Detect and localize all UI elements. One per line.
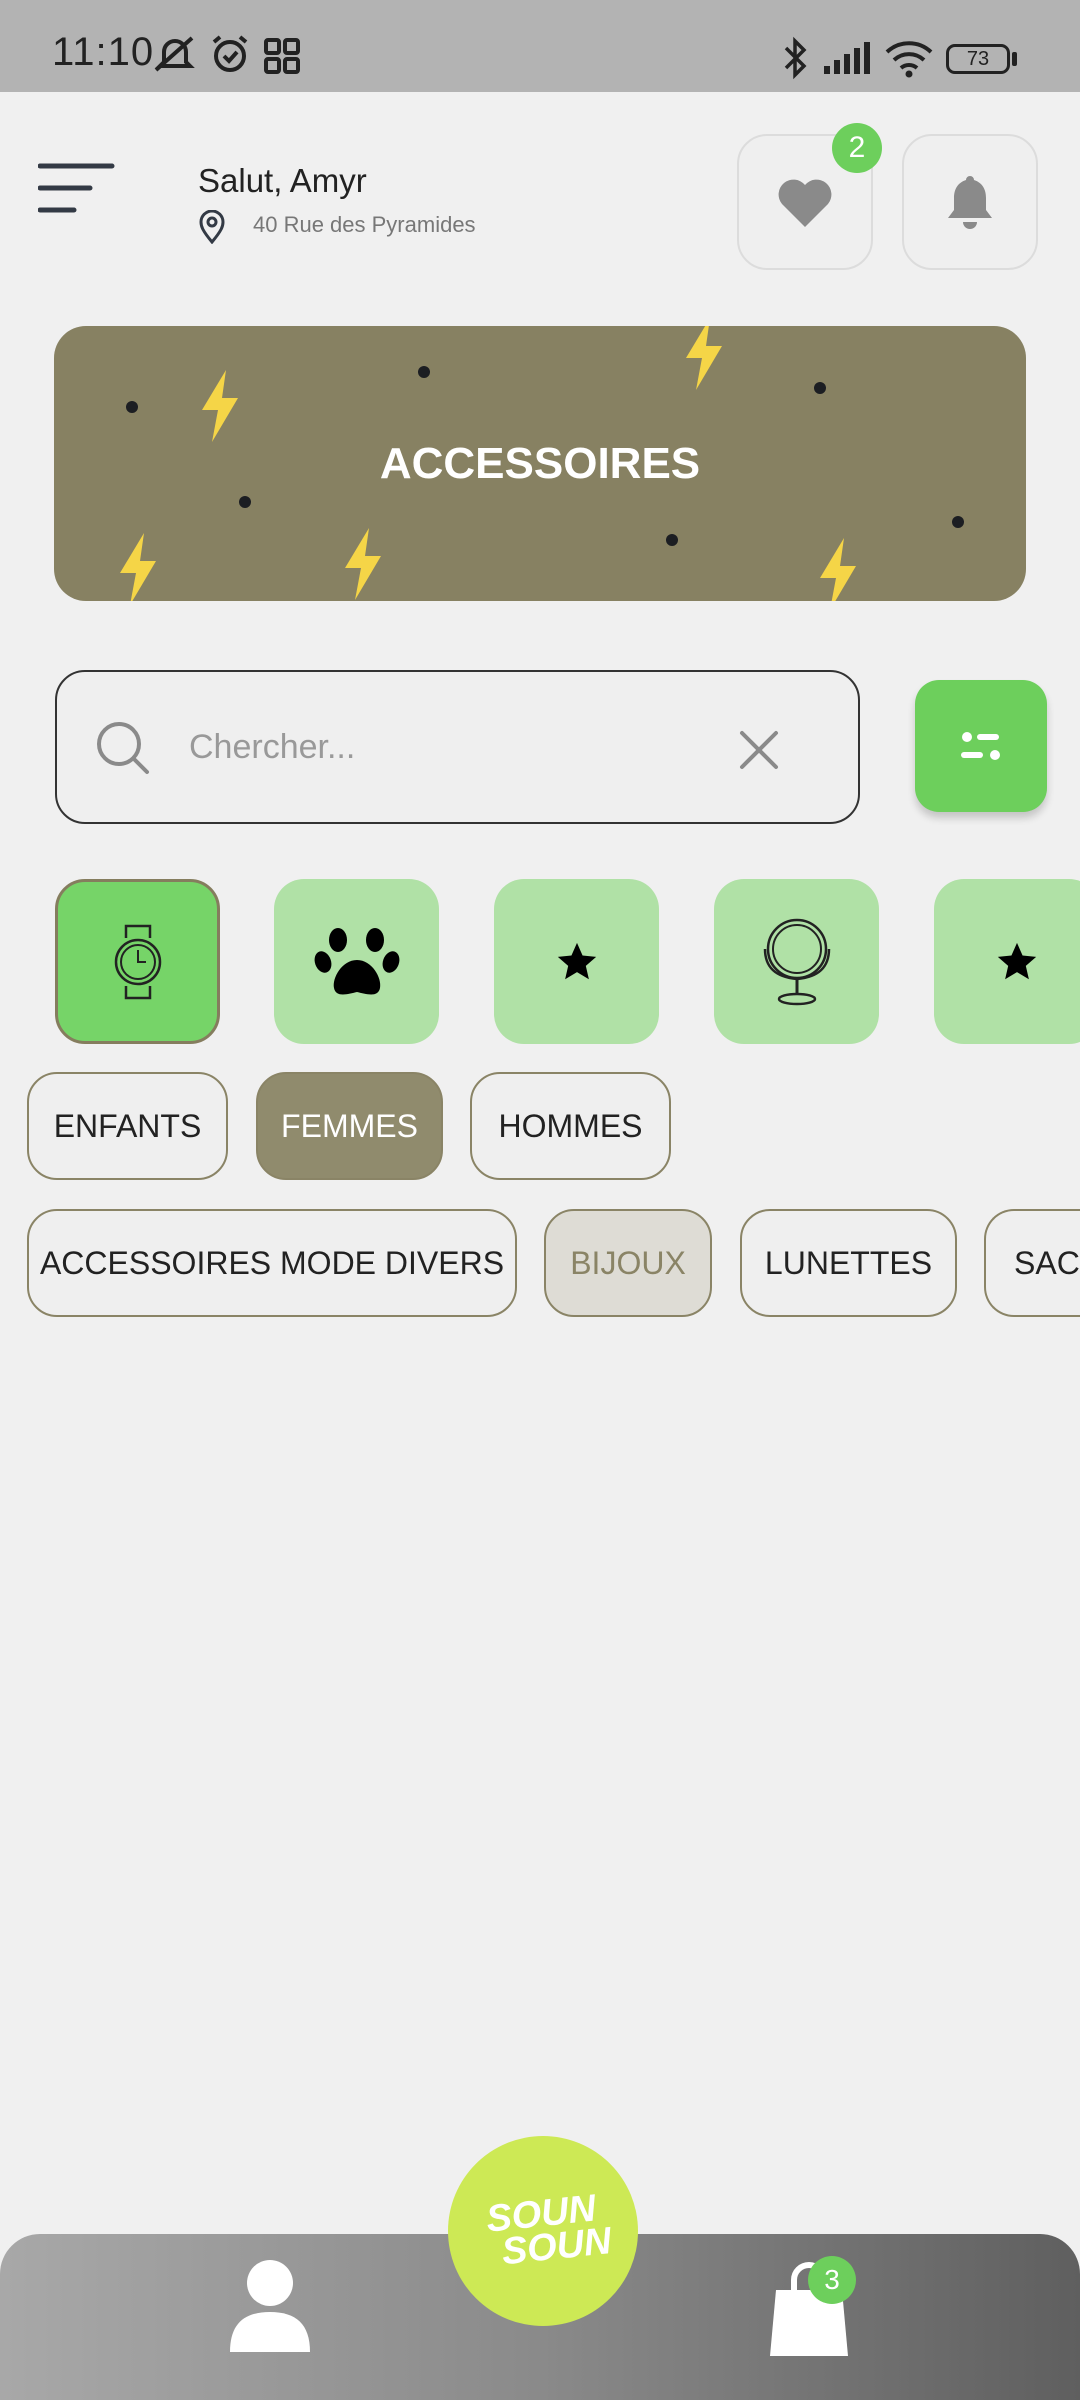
logo-line-2: SOUN xyxy=(499,2220,614,2274)
chip-accessoires-mode-divers[interactable]: ACCESSOIRES MODE DIVERS xyxy=(27,1209,517,1317)
status-bar: 11:10 73 xyxy=(0,0,1080,92)
battery-indicator: 73 xyxy=(946,44,1010,74)
chip-hommes[interactable]: HOMMES xyxy=(470,1072,671,1180)
category-tile-pets[interactable] xyxy=(274,879,439,1044)
watch-icon xyxy=(114,924,161,999)
favorites-count-badge: 2 xyxy=(832,123,882,173)
mute-bell-icon xyxy=(154,36,195,72)
banner-title: ACCESSOIRES xyxy=(379,438,701,488)
chip-bijoux[interactable]: BIJOUX xyxy=(544,1209,712,1317)
apps-grid-icon xyxy=(264,38,300,74)
bluetooth-icon xyxy=(784,36,807,80)
search-input[interactable] xyxy=(187,716,751,778)
star-icon xyxy=(997,942,1036,979)
profile-icon[interactable] xyxy=(228,2258,312,2356)
category-tile-watch[interactable] xyxy=(55,879,220,1044)
category-tile-mirror[interactable] xyxy=(714,879,879,1044)
mirror-icon xyxy=(763,918,830,1005)
bell-icon xyxy=(948,176,992,229)
greeting-text: Salut, Amyr xyxy=(198,162,367,199)
chip-femmes[interactable]: FEMMES xyxy=(256,1072,443,1180)
cart-count-badge: 3 xyxy=(808,2256,856,2304)
category-banner: ACCESSOIRES xyxy=(54,326,1026,601)
chip-lunettes[interactable]: LUNETTES xyxy=(740,1209,957,1317)
chip-sacs[interactable]: SACS xyxy=(984,1209,1080,1317)
status-time: 11:10 xyxy=(52,30,155,74)
paw-icon xyxy=(314,927,399,994)
notifications-button[interactable] xyxy=(902,134,1038,270)
alarm-icon xyxy=(212,35,248,72)
signal-icon xyxy=(824,42,870,74)
address-text: 40 Rue des Pyramides xyxy=(253,212,476,237)
category-tile-star[interactable] xyxy=(494,879,659,1044)
search-icon xyxy=(97,722,149,774)
search-box[interactable] xyxy=(55,670,860,824)
clear-icon[interactable] xyxy=(739,730,779,770)
filter-sliders-icon xyxy=(961,732,1000,760)
menu-icon[interactable] xyxy=(38,162,116,216)
chip-enfants[interactable]: ENFANTS xyxy=(27,1072,228,1180)
category-tile-star-2[interactable] xyxy=(934,879,1080,1044)
battery-tip xyxy=(1012,52,1017,66)
home-logo-button[interactable]: SOUN SOUN xyxy=(448,2136,638,2326)
heart-icon xyxy=(778,179,832,227)
wifi-icon xyxy=(885,41,933,78)
filter-button[interactable] xyxy=(915,680,1047,812)
logo: SOUN SOUN xyxy=(473,2187,614,2274)
star-icon xyxy=(557,942,596,979)
location-pin-icon xyxy=(199,210,225,244)
